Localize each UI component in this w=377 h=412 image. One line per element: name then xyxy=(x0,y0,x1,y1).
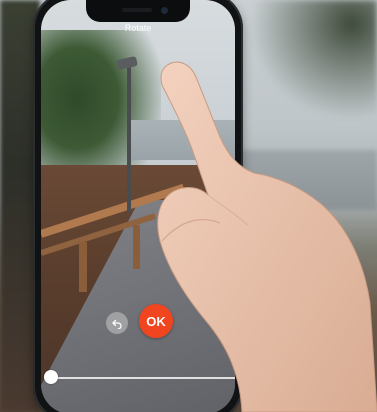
slider-thumb[interactable] xyxy=(44,370,58,384)
photo-lamp-pole xyxy=(127,62,131,212)
ok-button[interactable]: OK xyxy=(139,304,173,338)
page-title: Rotate xyxy=(124,23,152,33)
undo-icon xyxy=(112,319,122,329)
photo-preview xyxy=(41,0,235,412)
photo-lake xyxy=(131,120,235,160)
undo-button[interactable] xyxy=(106,312,128,334)
photo-post xyxy=(133,225,140,269)
speaker xyxy=(122,8,152,12)
scene: Rotate OK xyxy=(0,0,377,412)
phone-frame: Rotate OK xyxy=(33,0,243,412)
phone-notch xyxy=(86,0,190,22)
front-camera xyxy=(161,7,168,14)
phone-screen: Rotate OK xyxy=(41,0,235,412)
rotate-slider[interactable] xyxy=(44,370,235,384)
background-water xyxy=(230,150,377,210)
background-trees xyxy=(250,0,377,120)
photo-post xyxy=(79,242,87,292)
